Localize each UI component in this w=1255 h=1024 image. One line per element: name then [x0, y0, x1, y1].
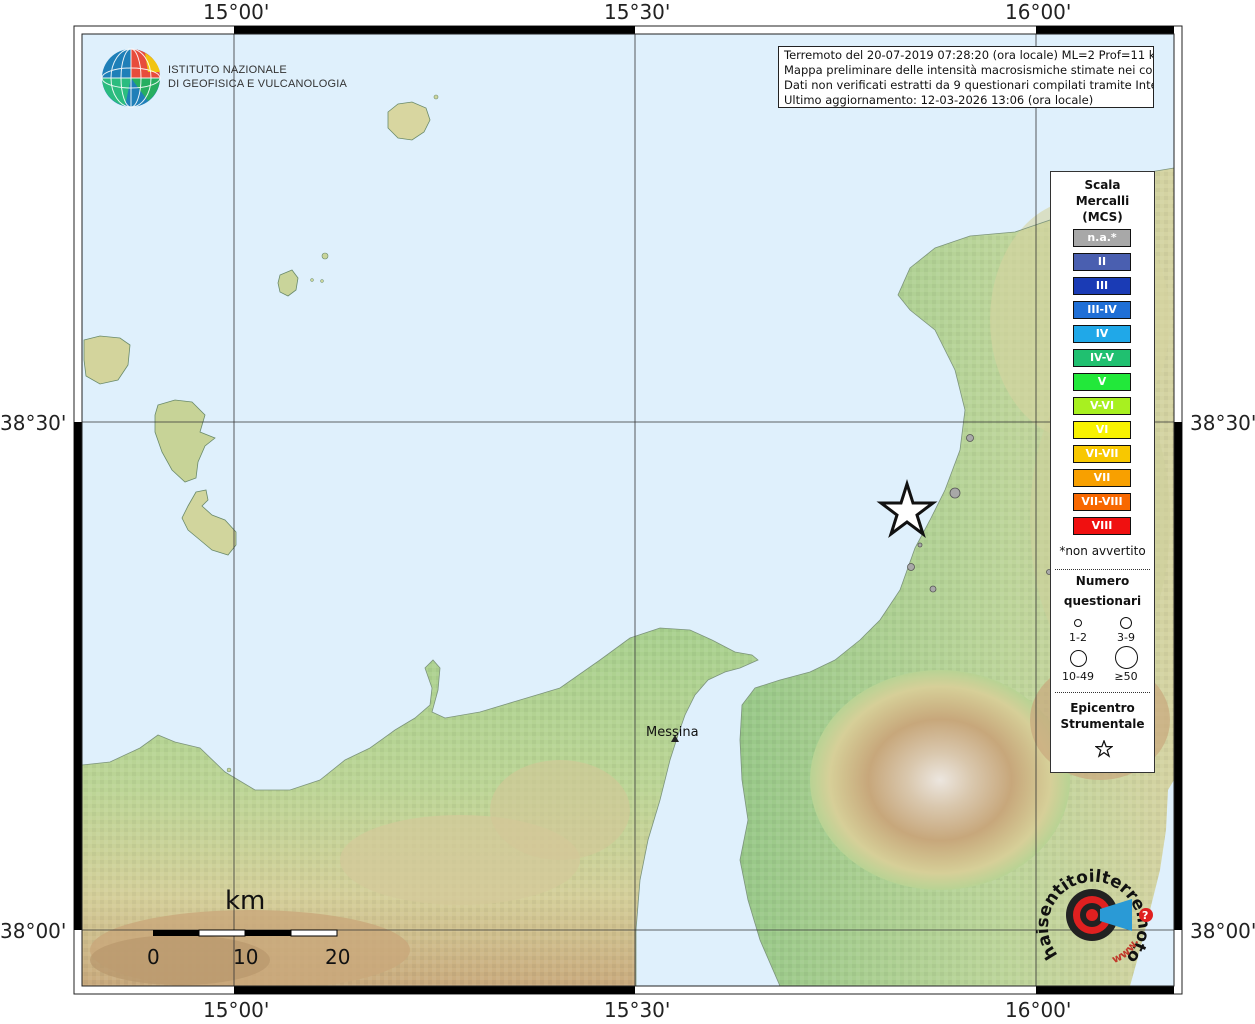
lon-tick-bottom-3: 16°00' — [1005, 998, 1072, 1022]
point-na[interactable] — [966, 434, 974, 442]
legend-swatch: V-VI — [1073, 397, 1131, 415]
size-circle-50 — [1115, 646, 1138, 669]
scale-label-0: 0 — [147, 945, 160, 969]
legend-swatch: V — [1073, 373, 1131, 391]
logo-line-1: ISTITUTO NAZIONALE — [168, 64, 287, 76]
legend-swatch: n.a.* — [1073, 229, 1131, 247]
legend-swatch: IV-V — [1073, 349, 1131, 367]
size-label-1-2: 1-2 — [1069, 631, 1087, 644]
event-info-line-4: Ultimo aggiornamento: 12-03-2026 13:06 (… — [784, 93, 1094, 107]
scale-unit-label: km — [225, 886, 266, 916]
legend-swatch: VII — [1073, 469, 1131, 487]
scale-label-20: 20 — [325, 945, 351, 969]
size-circle-1-2 — [1074, 619, 1082, 627]
event-info-line-1: Terremoto del 20-07-2019 07:28:20 (ora l… — [784, 48, 1154, 62]
point-na[interactable] — [929, 585, 937, 593]
legend-separator — [1055, 569, 1150, 570]
brand-logo-icon: haisentitoilterremoto.it www. ? — [1032, 840, 1154, 967]
ingv-logo-icon — [101, 48, 161, 108]
lat-tick-right-1: 38°30' — [1190, 411, 1255, 435]
not-felt-note: *non avvertito — [1059, 544, 1146, 558]
svg-text:?: ? — [1142, 909, 1148, 922]
size-label-10-49: 10-49 — [1062, 670, 1094, 683]
lon-tick-top-2: 15°30' — [604, 0, 671, 24]
legend-swatch: II — [1073, 253, 1131, 271]
size-label-3-9: 3-9 — [1117, 631, 1135, 644]
legend-star-icon — [1095, 740, 1113, 758]
scale-label-10: 10 — [233, 945, 259, 969]
legend-swatch: VIII — [1073, 517, 1131, 535]
point-na[interactable] — [917, 542, 923, 548]
num-title-2: questionari — [1063, 594, 1142, 608]
lat-tick-left-1: 38°30' — [0, 411, 67, 435]
event-info-line-2: Mappa preliminare delle intensità macros… — [784, 63, 1154, 77]
logo-line-2: DI GEOFISICA E VULCANOLOGIA — [168, 78, 347, 90]
aspromonte — [810, 670, 1070, 890]
size-circle-3-9 — [1120, 617, 1132, 629]
legend-title: Scala Mercalli (MCS) — [1051, 177, 1154, 225]
size-circle-10-49 — [1070, 650, 1087, 667]
point-na[interactable] — [949, 487, 961, 499]
lon-tick-bottom-2: 15°30' — [604, 998, 671, 1022]
legend-swatch: III-IV — [1073, 301, 1131, 319]
legend-panel: Scala Mercalli (MCS) n.a.* II III III-IV IV I… — [1050, 171, 1155, 773]
brand-logo[interactable]: haisentitoilterremoto.it www. ? — [1032, 840, 1156, 985]
city-label-messina: Messina — [646, 725, 699, 740]
lat-tick-left-2: 38°00' — [0, 919, 67, 943]
legend-swatch: III — [1073, 277, 1131, 295]
lat-tick-right-2: 38°00' — [1190, 919, 1255, 943]
event-info-line-3: Dati non verificati estratti da 9 questi… — [784, 78, 1154, 92]
legend-title-3: (MCS) — [1082, 210, 1123, 224]
scale-bar — [153, 929, 338, 937]
legend-title-2: Mercalli — [1075, 194, 1130, 208]
point-na[interactable] — [907, 563, 915, 571]
epi-title-2: Strumentale — [1060, 717, 1145, 731]
legend-separator — [1055, 692, 1150, 693]
epi-title-1: Epicentro — [1070, 701, 1135, 715]
legend-swatch: VI-VII — [1073, 445, 1131, 463]
lon-tick-top-1: 15°00' — [203, 0, 270, 24]
num-title-1: Numero — [1075, 574, 1130, 588]
ingv-logo-text: ISTITUTO NAZIONALE DI GEOFISICA E VULCAN… — [168, 63, 347, 91]
event-info-box: Terremoto del 20-07-2019 07:28:20 (ora l… — [778, 46, 1154, 108]
legend-swatch: IV — [1073, 325, 1131, 343]
lon-tick-top-3: 16°00' — [1005, 0, 1072, 24]
lon-tick-bottom-1: 15°00' — [203, 998, 270, 1022]
legend-swatch: VII-VIII — [1073, 493, 1131, 511]
legend-title-1: Scala — [1084, 178, 1121, 192]
legend-swatch: VI — [1073, 421, 1131, 439]
size-label-50: ≥50 — [1114, 670, 1138, 683]
